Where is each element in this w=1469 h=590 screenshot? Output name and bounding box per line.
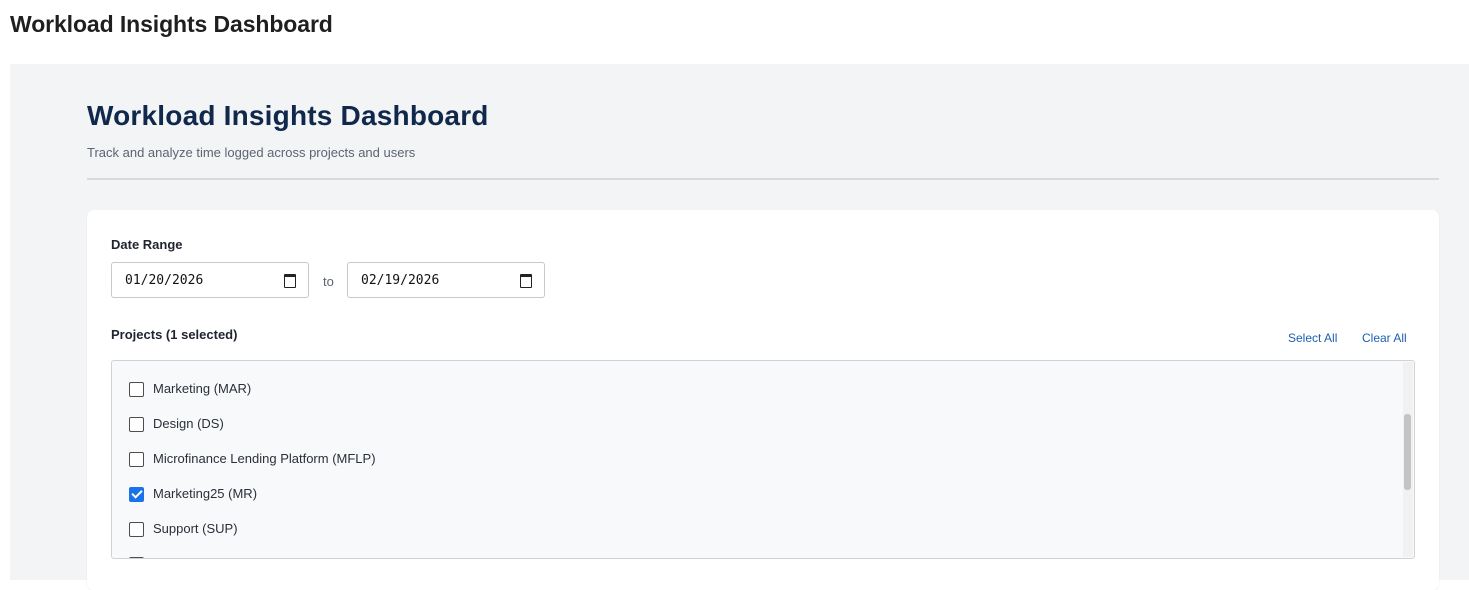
clear-all-button[interactable]: Clear All xyxy=(1362,331,1407,345)
project-label: Design (DS) xyxy=(153,416,224,431)
calendar-icon[interactable] xyxy=(520,274,532,288)
project-checkbox[interactable] xyxy=(129,522,144,537)
dashboard-subtitle: Track and analyze time logged across pro… xyxy=(87,145,416,160)
dashboard-title: Workload Insights Dashboard xyxy=(87,100,489,131)
project-label: Marketing (MAR) xyxy=(153,381,252,396)
projects-label: Projects (1 selected) xyxy=(111,327,238,342)
project-checkbox[interactable] xyxy=(129,382,144,397)
filter-panel: Date Range 01/20/2026 to 02/19/2026 Proj… xyxy=(87,210,1439,590)
dashboard-header: Workload Insights Dashboard Track and an… xyxy=(87,98,1439,180)
end-date-input[interactable]: 02/19/2026 xyxy=(347,262,545,298)
start-date-input[interactable]: 01/20/2026 xyxy=(111,262,309,298)
date-range-label: Date Range xyxy=(111,237,183,252)
date-range-separator: to xyxy=(323,274,334,289)
project-label: Marketing25 (MR) xyxy=(153,486,258,501)
page-header: Workload Insights Dashboard xyxy=(0,0,1469,52)
select-all-button[interactable]: Select All xyxy=(1288,331,1337,345)
project-checkbox[interactable] xyxy=(129,417,144,432)
start-date-value: 01/20/2026 xyxy=(125,273,204,288)
project-checkbox[interactable] xyxy=(129,557,144,558)
page-title: Workload Insights Dashboard xyxy=(10,11,333,37)
calendar-icon[interactable] xyxy=(284,274,296,288)
dashboard-frame: Workload Insights Dashboard Track and an… xyxy=(10,64,1469,590)
project-checkbox-checked[interactable] xyxy=(129,487,144,502)
project-label: Microfinance Lending Platform (MFLP) xyxy=(153,451,376,466)
project-label: Support (SUP) xyxy=(153,521,238,536)
project-list[interactable]: Marketing (MAR) Design (DS) Microfinance… xyxy=(111,360,1415,559)
end-date-value: 02/19/2026 xyxy=(361,273,440,288)
scrollbar-thumb[interactable] xyxy=(1404,414,1411,490)
project-checkbox[interactable] xyxy=(129,452,144,467)
